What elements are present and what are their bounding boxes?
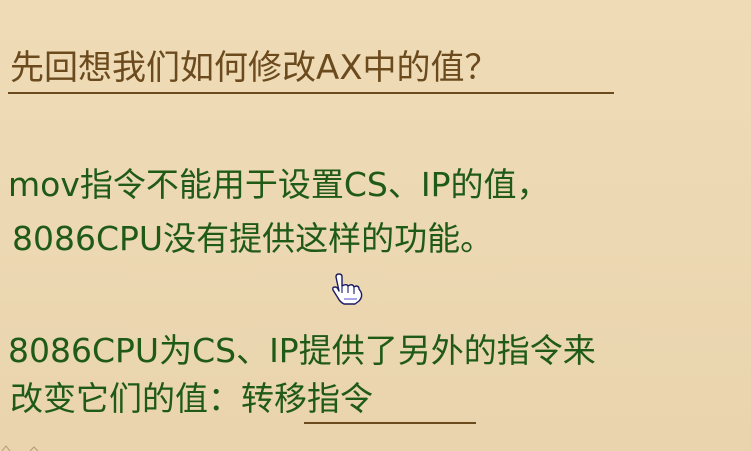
body-line-3: 8086CPU为CS、IP提供了另外的指令来 [8, 331, 596, 370]
corner-decoration [1, 445, 39, 451]
slide-heading: 先回想我们如何修改AX中的值？ [10, 48, 499, 88]
jump-instruction-term: 转移指令 [241, 379, 373, 418]
body-line-4: 改变它们的值：转移指令 [10, 378, 373, 420]
body-line-1: mov指令不能用于设置CS、IP的值， [8, 165, 550, 204]
heading-underline [8, 92, 614, 94]
hand-pointer-icon [332, 273, 363, 305]
term-underline [304, 422, 476, 424]
body-line-4-prefix: 改变它们的值： [10, 379, 241, 418]
slide-canvas: 先回想我们如何修改AX中的值？ mov指令不能用于设置CS、IP的值， 8086… [0, 0, 751, 451]
body-line-2: 8086CPU没有提供这样的功能。 [12, 219, 494, 258]
